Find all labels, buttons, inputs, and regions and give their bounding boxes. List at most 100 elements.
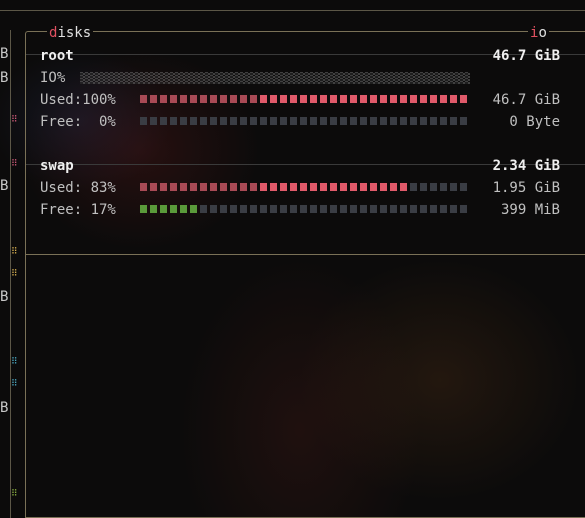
- meter-block: [180, 117, 187, 125]
- meter-block: [450, 205, 457, 213]
- mini-graph-icon: ⠿: [11, 247, 18, 257]
- meter-block: [410, 117, 417, 125]
- meter-block: [230, 205, 237, 213]
- meter-block: [140, 95, 147, 103]
- meter-block: [370, 95, 377, 103]
- meter-block: [240, 183, 247, 191]
- meter-block: [310, 183, 317, 191]
- left-panel-label: B: [0, 289, 9, 305]
- mini-graph-icon: ⠿: [11, 269, 18, 279]
- meter-block: [350, 117, 357, 125]
- meter-block: [310, 95, 317, 103]
- meter-block: [170, 95, 177, 103]
- meter-block: [430, 95, 437, 103]
- used-meter: [140, 95, 470, 105]
- meter-block: [160, 95, 167, 103]
- left-panel-label: B: [0, 70, 9, 86]
- io-label: IO%: [40, 70, 66, 86]
- meter-block: [150, 183, 157, 191]
- meter-block: [410, 205, 417, 213]
- meter-block: [160, 205, 167, 213]
- meter-block: [170, 183, 177, 191]
- meter-block: [460, 183, 467, 191]
- meter-block: [340, 95, 347, 103]
- meter-block: [200, 205, 207, 213]
- meter-block: [270, 117, 277, 125]
- meter-block: [380, 95, 387, 103]
- disk-root-header[interactable]: root 46.7 GiB: [40, 46, 560, 66]
- used-value: 46.7 GiB: [492, 92, 560, 108]
- disk-root-io: IO%: [40, 68, 560, 88]
- meter-block: [250, 205, 257, 213]
- meter-block: [380, 205, 387, 213]
- meter-block: [400, 117, 407, 125]
- meter-block: [180, 183, 187, 191]
- meter-block: [250, 95, 257, 103]
- mini-graph-icon: ⠿: [11, 489, 18, 499]
- meter-block: [170, 205, 177, 213]
- disk-swap-used: Used: 83% 1.95 GiB: [40, 178, 560, 198]
- mini-graph-icon: ⠿: [11, 357, 18, 367]
- meter-block: [360, 205, 367, 213]
- left-panel-edge: B B B B B ⠿ ⠿ ⠿ ⠿ ⠿ ⠿ ⠿: [0, 30, 22, 518]
- meter-block: [330, 117, 337, 125]
- meter-block: [420, 205, 427, 213]
- meter-block: [220, 117, 227, 125]
- io-activity-meter: [80, 72, 470, 84]
- disks-title-text: isks: [57, 25, 92, 41]
- meter-block: [190, 183, 197, 191]
- meter-block: [280, 183, 287, 191]
- lower-panel: [25, 253, 585, 518]
- meter-block: [400, 205, 407, 213]
- meter-block: [440, 95, 447, 103]
- meter-block: [460, 205, 467, 213]
- btop-screen: B B B B B ⠿ ⠿ ⠿ ⠿ ⠿ ⠿ ⠿ disks io root 46…: [0, 0, 585, 518]
- meter-block: [430, 117, 437, 125]
- meter-block: [210, 95, 217, 103]
- meter-block: [320, 205, 327, 213]
- meter-block: [320, 183, 327, 191]
- meter-block: [230, 117, 237, 125]
- meter-block: [270, 95, 277, 103]
- meter-block: [340, 117, 347, 125]
- meter-block: [300, 95, 307, 103]
- meter-block: [460, 95, 467, 103]
- meter-block: [220, 205, 227, 213]
- disk-swap-free: Free: 17% 399 MiB: [40, 200, 560, 220]
- left-panel-label: B: [0, 178, 9, 194]
- mini-graph-icon: ⠿: [11, 159, 18, 169]
- mini-graph-icon: ⠿: [11, 115, 18, 125]
- meter-block: [290, 205, 297, 213]
- meter-block: [230, 95, 237, 103]
- disk-name: root: [40, 48, 74, 64]
- meter-block: [200, 95, 207, 103]
- io-toggle[interactable]: io: [528, 24, 549, 42]
- disk-name: swap: [40, 158, 74, 174]
- meter-block: [450, 183, 457, 191]
- top-border: [0, 10, 585, 11]
- meter-block: [330, 183, 337, 191]
- meter-block: [360, 183, 367, 191]
- meter-block: [390, 117, 397, 125]
- meter-block: [400, 95, 407, 103]
- meter-block: [370, 205, 377, 213]
- meter-block: [210, 183, 217, 191]
- meter-block: [150, 205, 157, 213]
- free-value: 0 Byte: [509, 114, 560, 130]
- disks-panel-title[interactable]: disks: [47, 24, 94, 42]
- meter-block: [290, 95, 297, 103]
- meter-block: [360, 95, 367, 103]
- meter-block: [350, 95, 357, 103]
- meter-block: [390, 205, 397, 213]
- meter-block: [300, 183, 307, 191]
- meter-block: [440, 183, 447, 191]
- disk-total: 46.7 GiB: [492, 48, 560, 64]
- disk-swap-header[interactable]: swap 2.34 GiB: [40, 156, 560, 176]
- meter-block: [350, 183, 357, 191]
- meter-block: [410, 95, 417, 103]
- meter-block: [200, 183, 207, 191]
- meter-block: [260, 183, 267, 191]
- meter-block: [300, 205, 307, 213]
- meter-block: [280, 117, 287, 125]
- meter-block: [250, 183, 257, 191]
